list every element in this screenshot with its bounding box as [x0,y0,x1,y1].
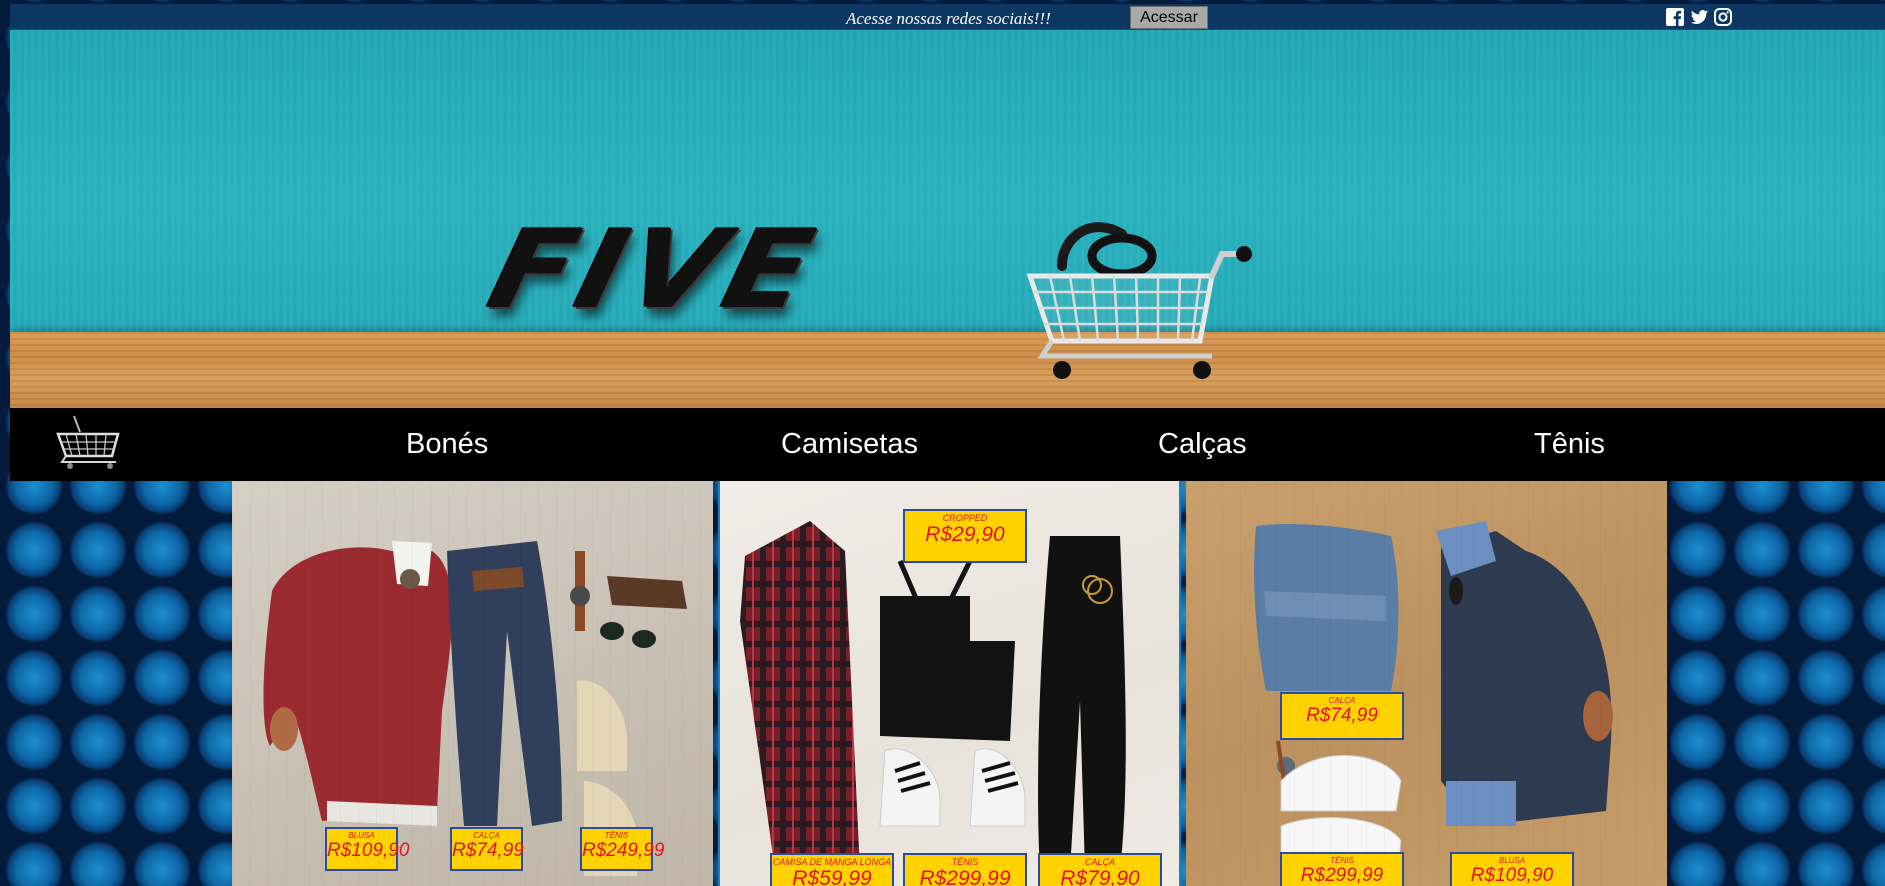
wood-shelf [10,332,1885,408]
price-tag-tenis: TÊNIS R$249,99 [580,827,664,871]
nav-item-calcas[interactable]: Calças [1158,428,1247,461]
price-tag-blusa: BLUSA R$109,90 [1450,852,1574,886]
price-tag-blusa: BLUSA R$109,90 [325,827,409,871]
product-look-1[interactable]: BLUSA R$109,90 CALÇA R$74,99 TÊNIS R$249… [232,481,713,886]
brand-logo: FIVE [478,206,831,333]
shopping-cart-icon [1026,222,1252,379]
price-tag-calca: CALÇA R$79,90 [1038,853,1162,886]
product-look-3[interactable]: CALÇA R$74,99 TÊNIS R$299,99 BLUSA R$109… [1186,481,1667,886]
social-tagline: Acesse nossas redes sociais!!! [846,9,1051,28]
instagram-icon[interactable] [1713,7,1733,27]
social-links [1665,7,1733,27]
twitter-icon[interactable] [1689,7,1709,27]
outfit-illustration [1254,521,1613,882]
outfit-illustration [263,541,687,876]
nav-item-bones[interactable]: Bonés [406,428,488,461]
nav-item-camisetas[interactable]: Camisetas [781,428,918,461]
access-button[interactable]: Acessar [1130,6,1208,29]
category-navbar: Bonés Camisetas Calças Tênis [10,408,1885,481]
top-bar: Acesse nossas redes sociais!!! Acessar [10,4,1885,30]
cart-icon[interactable] [52,414,122,472]
nav-item-tenis[interactable]: Tênis [1534,428,1605,461]
product-look-2[interactable]: CROPPED R$29,90 CAMISA DE MANGA LONGA R$… [718,481,1181,886]
price-tag-calca: CALÇA R$74,99 [1280,692,1404,740]
price-tag-tenis: TÊNIS R$299,99 [903,853,1027,886]
price-tag-camisa: CAMISA DE MANGA LONGA R$59,99 [770,853,894,886]
hero-banner: FIVE [10,30,1885,408]
price-tag-tenis: TÊNIS R$299,99 [1280,852,1404,886]
price-tag-calca: CALÇA R$74,99 [450,827,524,871]
facebook-icon[interactable] [1665,7,1685,27]
price-tag-cropped: CROPPED R$29,90 [903,509,1027,563]
